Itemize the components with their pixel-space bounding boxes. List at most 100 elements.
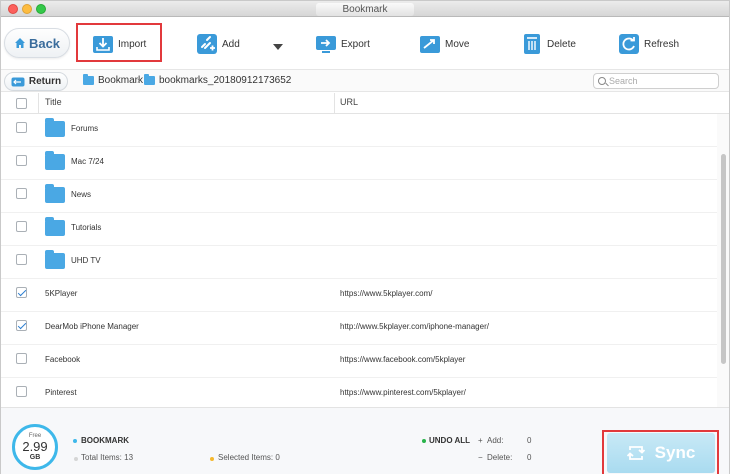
bookmark-list: Forums Mac 7/24 News Tutorials UHD TV 5K… xyxy=(1,114,717,407)
add-label: Add xyxy=(222,38,240,50)
table-row[interactable]: Pinterest https://www.pinterest.com/5kpl… xyxy=(1,378,717,407)
row-title: 5KPlayer xyxy=(45,289,78,298)
row-url: http://www.5kplayer.com/iphone-manager/ xyxy=(340,322,489,331)
add-button[interactable]: Add xyxy=(196,31,240,57)
add-count-value: 0 xyxy=(527,436,532,445)
import-icon xyxy=(93,36,113,53)
breadcrumb-separator-icon: › xyxy=(137,75,140,85)
row-checkbox[interactable] xyxy=(16,320,27,331)
row-checkbox[interactable] xyxy=(16,386,27,397)
column-divider xyxy=(38,93,39,114)
bookmark-window: Bookmark Back Import Add Export Move Del… xyxy=(0,0,730,474)
search-input[interactable] xyxy=(593,73,719,89)
delete-label: Delete xyxy=(547,38,576,50)
selected-items-label: Selected Items: 0 xyxy=(218,453,280,462)
table-row[interactable]: Forums xyxy=(1,114,717,147)
folder-icon xyxy=(83,74,94,85)
trash-icon xyxy=(524,34,540,54)
total-dot-icon xyxy=(74,457,78,461)
row-title: Facebook xyxy=(45,355,81,364)
row-title: Pinterest xyxy=(45,388,77,397)
row-checkbox[interactable] xyxy=(16,221,27,232)
row-checkbox[interactable] xyxy=(16,188,27,199)
title-bar: Bookmark xyxy=(1,1,729,17)
select-all-checkbox[interactable] xyxy=(16,98,27,109)
row-url: https://www.facebook.com/5kplayer xyxy=(340,355,466,364)
row-title: Forums xyxy=(71,124,99,133)
export-icon xyxy=(316,36,336,53)
return-icon xyxy=(11,77,25,86)
row-checkbox[interactable] xyxy=(16,122,27,133)
undo-all-button[interactable]: UNDO ALL xyxy=(429,436,470,445)
window-title: Bookmark xyxy=(316,3,414,16)
delete-count-value: 0 xyxy=(527,453,532,462)
refresh-icon xyxy=(619,34,639,54)
refresh-button[interactable]: Refresh xyxy=(618,31,679,57)
table-row[interactable]: Mac 7/24 xyxy=(1,147,717,180)
column-header-title[interactable]: Title xyxy=(45,97,62,107)
row-title: Mac 7/24 xyxy=(71,157,104,166)
sync-highlight-box xyxy=(602,430,719,474)
back-button[interactable]: Back xyxy=(4,28,70,58)
export-label: Export xyxy=(341,38,370,50)
row-checkbox[interactable] xyxy=(16,353,27,364)
folder-icon xyxy=(45,151,65,170)
storage-unit: GB xyxy=(29,454,41,461)
row-checkbox[interactable] xyxy=(16,155,27,166)
add-link-icon xyxy=(197,34,217,54)
row-title: News xyxy=(71,190,92,199)
back-label: Back xyxy=(28,35,61,51)
row-title: DearMob iPhone Manager xyxy=(45,322,139,331)
column-header-url[interactable]: URL xyxy=(340,97,358,107)
search-icon xyxy=(598,77,606,85)
table-row[interactable]: News xyxy=(1,180,717,213)
toolbar: Back Import Add Export Move Delete Refre… xyxy=(1,18,729,69)
add-dropdown-caret-icon[interactable] xyxy=(273,44,283,50)
footer-bar: Free 2.99 GB BOOKMARK Total Items: 13 Se… xyxy=(1,407,729,474)
row-url: https://www.pinterest.com/5kplayer/ xyxy=(340,388,466,397)
scrollbar-thumb[interactable] xyxy=(721,154,726,364)
move-button[interactable]: Move xyxy=(419,31,469,57)
export-button[interactable]: Export xyxy=(315,31,370,57)
import-label: Import xyxy=(118,38,147,50)
breadcrumb-item-bookmark[interactable]: Bookmark xyxy=(83,74,143,86)
breadcrumb-label: bookmarks_20180912173652 xyxy=(159,75,292,86)
return-button[interactable]: Return xyxy=(4,72,68,91)
table-row[interactable]: 5KPlayer https://www.5kplayer.com/ xyxy=(1,279,717,312)
table-header: Title URL xyxy=(1,93,729,114)
row-title: UHD TV xyxy=(71,256,101,265)
column-divider xyxy=(334,93,335,114)
table-row[interactable]: Facebook https://www.facebook.com/5kplay… xyxy=(1,345,717,378)
folder-icon xyxy=(45,217,65,236)
undo-dot-icon xyxy=(422,439,426,443)
total-items-label: Total Items: 13 xyxy=(81,453,134,462)
table-row[interactable]: Tutorials xyxy=(1,213,717,246)
selected-dot-icon xyxy=(210,457,214,461)
table-row[interactable]: DearMob iPhone Manager http://www.5kplay… xyxy=(1,312,717,345)
add-plus-icon: + xyxy=(478,436,483,445)
table-row[interactable]: UHD TV xyxy=(1,246,717,279)
bookmark-dot-icon xyxy=(73,439,77,443)
import-button[interactable]: Import xyxy=(92,31,146,57)
folder-icon xyxy=(45,118,65,137)
row-checkbox[interactable] xyxy=(16,254,27,265)
row-title: Tutorials xyxy=(71,223,102,232)
folder-icon xyxy=(45,184,65,203)
storage-free-value: 2.99 xyxy=(22,439,48,454)
storage-gauge: Free 2.99 GB xyxy=(12,424,58,470)
return-label: Return xyxy=(28,76,62,87)
home-icon xyxy=(14,38,25,48)
move-icon xyxy=(420,36,440,53)
breadcrumb-item-folder[interactable]: bookmarks_20180912173652 xyxy=(144,74,292,86)
row-url: https://www.5kplayer.com/ xyxy=(340,289,433,298)
section-label: BOOKMARK xyxy=(81,436,129,445)
delete-button[interactable]: Delete xyxy=(521,31,576,57)
path-bar: Return Bookmark › bookmarks_201809121736… xyxy=(1,69,729,92)
move-label: Move xyxy=(445,38,470,50)
row-checkbox[interactable] xyxy=(16,287,27,298)
delete-minus-icon: − xyxy=(478,453,483,462)
add-count-label: Add: xyxy=(487,436,504,445)
refresh-label: Refresh xyxy=(644,38,680,50)
folder-icon xyxy=(45,250,65,269)
delete-count-label: Delete: xyxy=(487,453,513,462)
